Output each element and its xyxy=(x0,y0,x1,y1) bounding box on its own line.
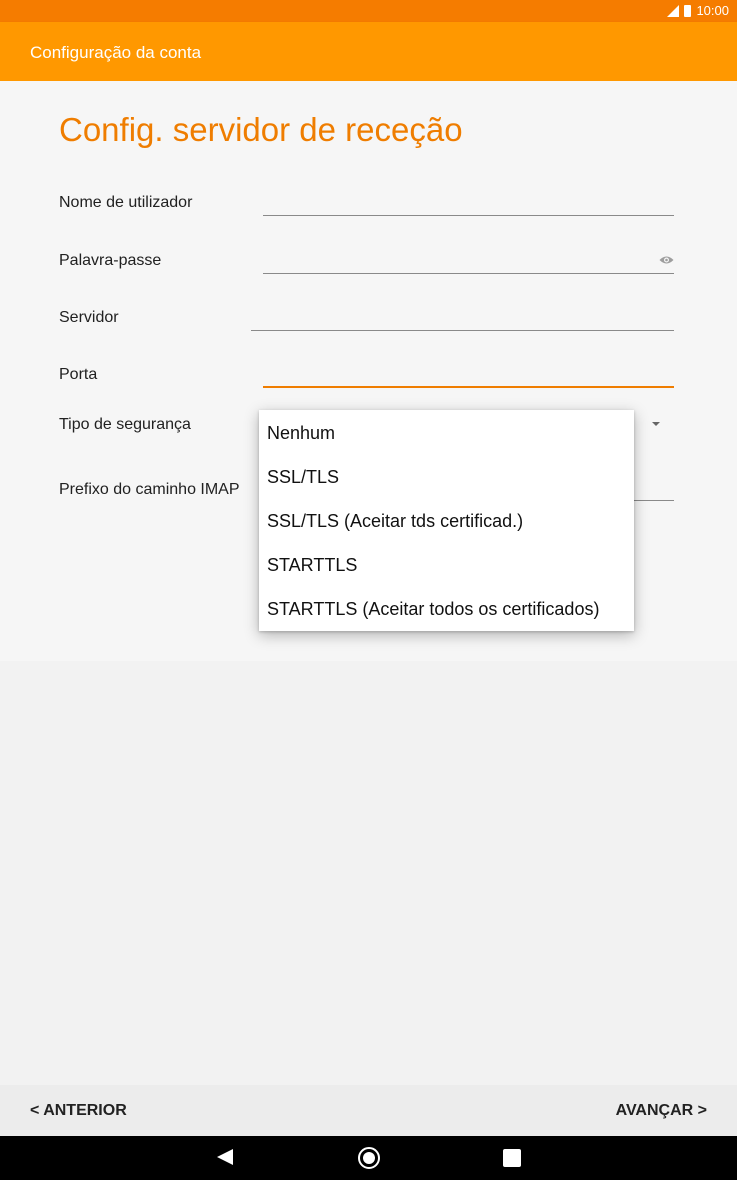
eye-icon[interactable] xyxy=(659,255,674,265)
status-bar: 10:00 xyxy=(0,0,737,22)
port-label: Porta xyxy=(59,366,98,383)
signal-icon xyxy=(667,4,680,17)
navigation-bar xyxy=(0,1136,737,1180)
previous-button[interactable]: < ANTERIOR xyxy=(30,1102,127,1120)
back-icon[interactable] xyxy=(217,1149,233,1165)
security-type-menu: Nenhum SSL/TLS SSL/TLS (Aceitar tds cert… xyxy=(259,410,634,631)
menu-item-starttls-accept-all[interactable]: STARTTLS (Aceitar todos os certificados) xyxy=(259,587,634,631)
app-title: Configuração da conta xyxy=(30,43,202,62)
password-label: Palavra-passe xyxy=(59,252,162,269)
page-title: Config. servidor de receção xyxy=(59,111,463,148)
menu-item-ssl-tls-accept-all[interactable]: SSL/TLS (Aceitar tds certificad.) xyxy=(259,499,634,543)
recent-apps-icon[interactable] xyxy=(503,1149,521,1167)
password-field[interactable] xyxy=(263,273,674,274)
server-label: Servidor xyxy=(59,309,119,326)
dropdown-arrow-icon[interactable] xyxy=(652,422,660,426)
menu-item-none[interactable]: Nenhum xyxy=(259,411,634,455)
status-indicators: 10:00 xyxy=(667,3,729,18)
status-time: 10:00 xyxy=(696,3,729,18)
battery-icon xyxy=(684,4,692,17)
security-type-label: Tipo de segurança xyxy=(59,416,191,433)
menu-item-ssl-tls[interactable]: SSL/TLS xyxy=(259,455,634,499)
bottom-action-bar: < ANTERIOR AVANÇAR > xyxy=(0,1085,737,1136)
home-icon[interactable] xyxy=(358,1147,380,1169)
app-bar: Configuração da conta xyxy=(0,22,737,81)
menu-item-starttls[interactable]: STARTTLS xyxy=(259,543,634,587)
next-button[interactable]: AVANÇAR > xyxy=(616,1102,707,1120)
username-label: Nome de utilizador xyxy=(59,194,193,211)
server-field[interactable] xyxy=(251,330,674,331)
imap-prefix-label: Prefixo do caminho IMAP xyxy=(59,481,240,498)
port-field[interactable] xyxy=(263,386,674,388)
username-field[interactable] xyxy=(263,215,674,216)
